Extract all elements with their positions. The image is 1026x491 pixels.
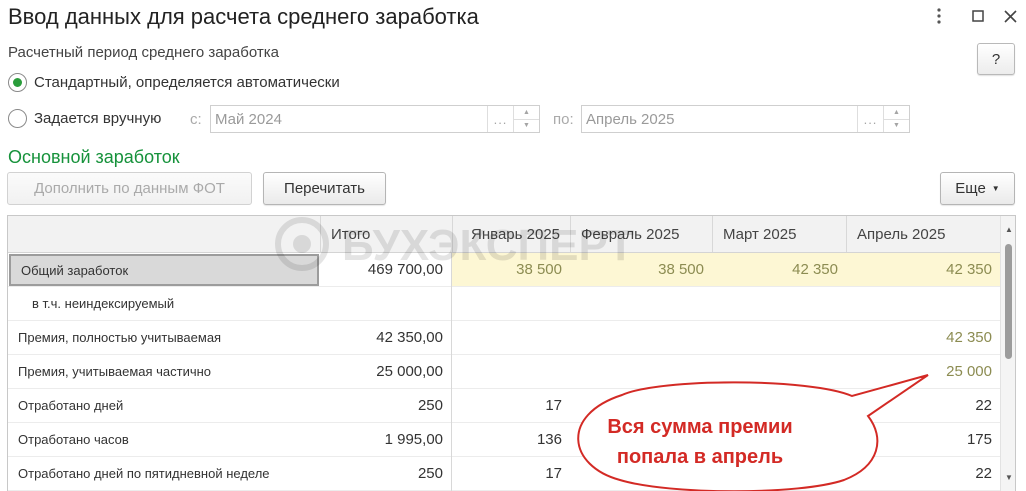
header-total[interactable]: Итого bbox=[320, 216, 452, 252]
maximize-icon[interactable] bbox=[966, 4, 990, 28]
radio-auto-label: Стандартный, определяется автоматически bbox=[34, 74, 340, 91]
scroll-up-icon[interactable]: ▲ bbox=[1001, 222, 1015, 236]
table-row[interactable]: в т.ч. неиндексируемый bbox=[8, 287, 1000, 321]
row-label[interactable]: в т.ч. неиндексируемый bbox=[8, 287, 320, 320]
header-jan[interactable]: Январь 2025 bbox=[452, 216, 570, 252]
period-to-label: по: bbox=[553, 111, 574, 128]
callout-text: Вся сумма премии попала в апрель bbox=[580, 412, 820, 472]
stepper-down-icon[interactable]: ▼ bbox=[884, 118, 909, 133]
header-label-column[interactable] bbox=[8, 216, 320, 252]
cell-total[interactable]: 42 350,00 bbox=[320, 321, 451, 354]
caret-down-icon: ▼ bbox=[991, 184, 1000, 193]
callout-line-1: Вся сумма премии bbox=[607, 416, 793, 438]
column-divider bbox=[451, 253, 452, 491]
cell-jan[interactable]: 136 bbox=[452, 423, 570, 456]
table-row[interactable]: Общий заработок 469 700,00 38 500 38 500 42 … bbox=[8, 253, 1000, 287]
cell-feb[interactable] bbox=[570, 355, 712, 388]
period-label: Расчетный период среднего заработка bbox=[8, 44, 279, 61]
stepper-down-icon[interactable]: ▼ bbox=[514, 118, 539, 133]
more-button-label: Еще bbox=[955, 180, 986, 197]
cell-jan[interactable] bbox=[452, 321, 570, 354]
cell-mar[interactable] bbox=[712, 321, 846, 354]
cell-apr[interactable]: 42 350 bbox=[846, 321, 1000, 354]
table-header: Итого Январь 2025 Февраль 2025 Март 2025… bbox=[8, 216, 1000, 253]
table-row[interactable]: Отработано часов 1 995,00 136 175 bbox=[8, 423, 1000, 457]
period-from-value[interactable]: Май 2024 bbox=[211, 106, 487, 132]
row-label[interactable]: Отработано дней bbox=[8, 389, 320, 422]
cell-total[interactable]: 469 700,00 bbox=[320, 253, 451, 286]
fill-from-payroll-button[interactable]: Дополнить по данным ФОТ bbox=[7, 172, 252, 205]
stepper-up-icon[interactable]: ▲ bbox=[514, 106, 539, 119]
more-vertical-icon[interactable] bbox=[927, 4, 951, 28]
close-icon[interactable] bbox=[998, 4, 1022, 28]
table-row[interactable]: Отработано дней по пятидневной неделе 250… bbox=[8, 457, 1000, 491]
cell-apr[interactable]: 175 bbox=[846, 423, 1000, 456]
cell-total[interactable]: 250 bbox=[320, 389, 451, 422]
cell-jan[interactable]: 17 bbox=[452, 389, 570, 422]
scroll-thumb[interactable] bbox=[1005, 244, 1012, 359]
header-jan-label: Январь 2025 bbox=[471, 225, 560, 243]
period-from-label: с: bbox=[190, 111, 202, 128]
radio-auto-checked[interactable] bbox=[8, 73, 27, 92]
cell-jan[interactable] bbox=[452, 287, 570, 320]
header-mar-label: Март 2025 bbox=[723, 225, 797, 243]
cell-feb[interactable]: 38 500 bbox=[570, 253, 712, 286]
header-apr[interactable]: Апрель 2025 bbox=[846, 216, 1000, 252]
period-from-field[interactable]: Май 2024 ... ▲ ▼ bbox=[210, 105, 540, 133]
header-apr-label: Апрель 2025 bbox=[857, 225, 946, 243]
cell-feb[interactable] bbox=[570, 321, 712, 354]
period-to-stepper[interactable]: ▲ ▼ bbox=[883, 106, 909, 132]
cell-total[interactable]: 1 995,00 bbox=[320, 423, 451, 456]
callout-line-2: попала в апрель bbox=[616, 446, 784, 468]
radio-manual-label: Задается вручную bbox=[34, 110, 162, 127]
cell-apr[interactable]: 25 000 bbox=[846, 355, 1000, 388]
cell-feb[interactable] bbox=[570, 287, 712, 320]
cell-mar[interactable]: 42 350 bbox=[712, 253, 846, 286]
cell-jan[interactable]: 38 500 bbox=[452, 253, 570, 286]
cell-apr[interactable]: 42 350 bbox=[846, 253, 1000, 286]
cell-total[interactable]: 250 bbox=[320, 457, 451, 490]
window-title: Ввод данных для расчета среднего заработ… bbox=[8, 4, 479, 29]
radio-manual[interactable] bbox=[8, 109, 27, 128]
cell-total[interactable]: 25 000,00 bbox=[320, 355, 451, 388]
table-scrollbar[interactable]: ▲ ▼ bbox=[1000, 216, 1015, 491]
cell-apr[interactable]: 22 bbox=[846, 389, 1000, 422]
row-label[interactable]: Отработано дней по пятидневной неделе bbox=[8, 457, 320, 490]
cell-mar[interactable] bbox=[712, 287, 846, 320]
radio-manual-option[interactable]: Задается вручную bbox=[8, 109, 161, 128]
cell-jan[interactable]: 17 bbox=[452, 457, 570, 490]
period-to-picker-button[interactable]: ... bbox=[857, 106, 883, 132]
header-mar[interactable]: Март 2025 bbox=[712, 216, 846, 252]
scroll-down-icon[interactable]: ▼ bbox=[1001, 470, 1015, 484]
table-row[interactable]: Отработано дней 250 17 22 bbox=[8, 389, 1000, 423]
stepper-up-icon[interactable]: ▲ bbox=[884, 106, 909, 119]
table-row[interactable]: Премия, полностью учитываемая 42 350,00 42… bbox=[8, 321, 1000, 355]
earnings-table: Итого Январь 2025 Февраль 2025 Март 2025… bbox=[7, 215, 1016, 491]
recalc-button[interactable]: Перечитать bbox=[263, 172, 386, 205]
cell-mar[interactable] bbox=[712, 355, 846, 388]
more-button[interactable]: Еще ▼ bbox=[940, 172, 1015, 205]
cell-jan[interactable] bbox=[452, 355, 570, 388]
section-heading: Основной заработок bbox=[8, 147, 180, 167]
table-row[interactable]: Премия, учитываемая частично 25 000,00 25 … bbox=[8, 355, 1000, 389]
radio-auto-option[interactable]: Стандартный, определяется автоматически bbox=[8, 73, 340, 92]
cell-apr[interactable] bbox=[846, 287, 1000, 320]
period-to-field[interactable]: Апрель 2025 ... ▲ ▼ bbox=[581, 105, 910, 133]
header-feb[interactable]: Февраль 2025 bbox=[570, 216, 712, 252]
period-to-value[interactable]: Апрель 2025 bbox=[582, 106, 857, 132]
period-from-stepper[interactable]: ▲ ▼ bbox=[513, 106, 539, 132]
period-from-picker-button[interactable]: ... bbox=[487, 106, 513, 132]
cell-total[interactable] bbox=[320, 287, 451, 320]
help-button[interactable]: ? bbox=[977, 43, 1015, 75]
cell-apr[interactable]: 22 bbox=[846, 457, 1000, 490]
row-label[interactable]: Отработано часов bbox=[8, 423, 320, 456]
header-feb-label: Февраль 2025 bbox=[581, 225, 680, 243]
row-label[interactable]: Премия, полностью учитываемая bbox=[8, 321, 320, 354]
row-label[interactable]: Общий заработок bbox=[9, 254, 319, 286]
row-label[interactable]: Премия, учитываемая частично bbox=[8, 355, 320, 388]
header-total-label: Итого bbox=[331, 225, 371, 243]
